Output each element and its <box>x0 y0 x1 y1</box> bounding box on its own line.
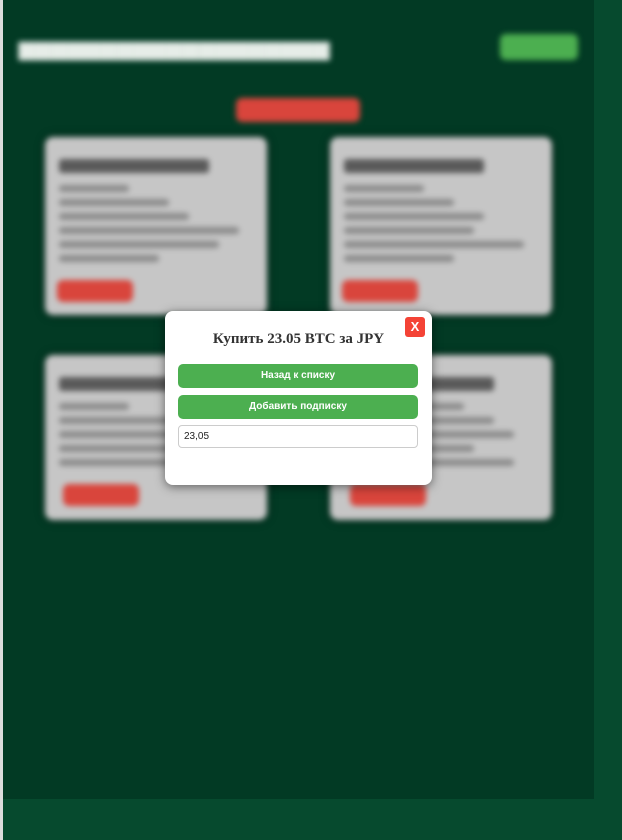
modal-title: Купить 23.05 BTC за JPY <box>212 331 385 347</box>
header-button-blurred <box>500 34 578 60</box>
center-action-button-blurred <box>236 98 360 122</box>
amount-input[interactable] <box>178 425 418 448</box>
offer-card <box>330 137 552 315</box>
add-subscription-button[interactable]: Добавить подписку <box>178 395 418 419</box>
back-to-list-button[interactable]: Назад к списку <box>178 364 418 388</box>
app-title-blurred: ▆▆▆▆▆▆▆▆▆▆▆▆▆▆▆▆▆▆▆ <box>19 38 331 60</box>
buy-modal: X Купить 23.05 BTC за JPY Назад к списку… <box>165 311 432 485</box>
offer-card <box>45 137 267 315</box>
